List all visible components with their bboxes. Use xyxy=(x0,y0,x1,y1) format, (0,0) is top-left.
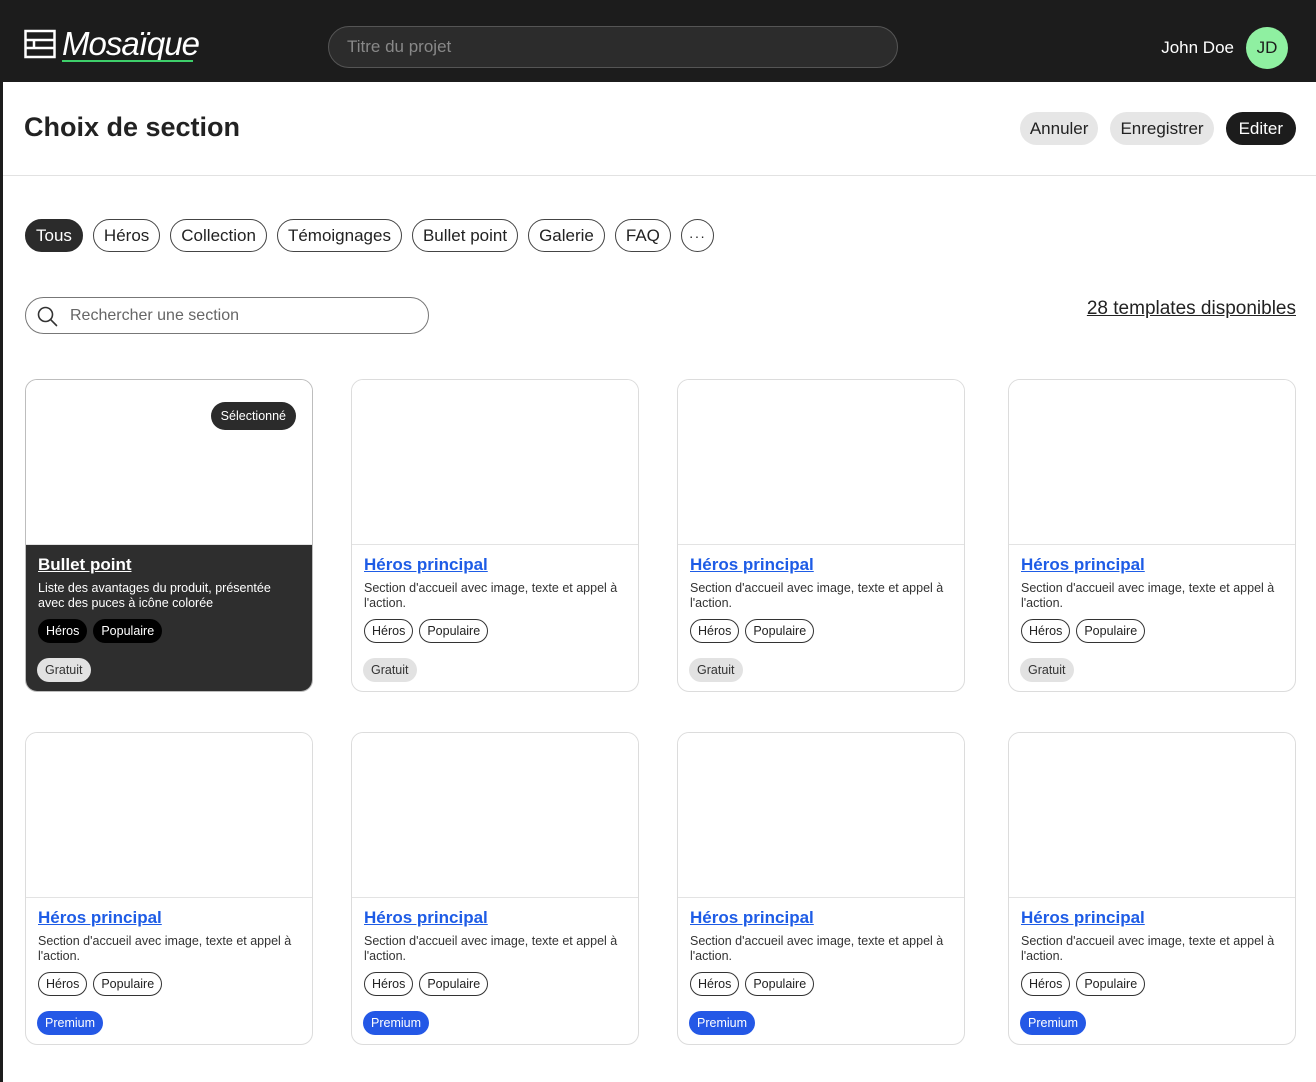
filter-chip-faq[interactable]: FAQ xyxy=(614,219,671,252)
project-title-input[interactable] xyxy=(328,26,898,68)
price-badge: Gratuit xyxy=(37,658,91,682)
search-icon xyxy=(37,306,58,327)
card-thumbnail xyxy=(352,380,638,545)
page-title: Choix de section xyxy=(24,112,241,142)
avatar[interactable]: JD xyxy=(1246,27,1288,69)
card-tag: Héros xyxy=(1021,972,1071,996)
header-actions: Annuler Enregistrer Editer xyxy=(1019,112,1296,145)
filter-chips: Tous Héros Collection Témoignages Bullet… xyxy=(25,219,714,252)
price-badge: Premium xyxy=(37,1011,104,1035)
more-filters-button[interactable]: ··· xyxy=(680,219,714,252)
edit-button[interactable]: Editer xyxy=(1225,112,1296,145)
card-description: Liste des avantages du produit, présenté… xyxy=(38,581,271,610)
filter-chip-heros[interactable]: Héros xyxy=(92,219,161,252)
card-description: Section d'accueil avec image, texte et a… xyxy=(1021,581,1275,610)
template-card[interactable]: Sélectionné Bullet point Liste des avant… xyxy=(25,379,313,692)
page-header: Choix de section Annuler Enregistrer Edi… xyxy=(3,82,1316,176)
filter-chip-collection[interactable]: Collection xyxy=(170,219,267,252)
card-description: Section d'accueil avec image, texte et a… xyxy=(690,581,944,610)
selected-badge: Sélectionné xyxy=(210,402,296,430)
price-badge: Gratuit xyxy=(689,658,743,682)
card-tag: Héros xyxy=(38,619,88,643)
card-description: Section d'accueil avec image, texte et a… xyxy=(364,934,618,963)
template-card[interactable]: Héros principal Section d'accueil avec i… xyxy=(351,379,639,692)
price-badge: Premium xyxy=(1020,1011,1087,1035)
card-description: Section d'accueil avec image, texte et a… xyxy=(690,934,944,963)
card-title[interactable]: Héros principal xyxy=(1021,555,1283,575)
card-tag: Populaire xyxy=(419,972,489,996)
logo[interactable]: Mosaïque xyxy=(24,25,200,62)
filter-chip-tous[interactable]: Tous xyxy=(25,219,83,252)
card-tag: Populaire xyxy=(1076,619,1146,643)
filter-chip-temoignages[interactable]: Témoignages xyxy=(276,219,402,252)
template-card[interactable]: Héros principal Section d'accueil avec i… xyxy=(677,379,965,692)
template-card[interactable]: Héros principal Section d'accueil avec i… xyxy=(1008,732,1296,1045)
save-button[interactable]: Enregistrer xyxy=(1110,112,1214,145)
template-card[interactable]: Héros principal Section d'accueil avec i… xyxy=(1008,379,1296,692)
card-tag: Héros xyxy=(38,972,88,996)
section-search xyxy=(25,297,429,334)
card-title[interactable]: Héros principal xyxy=(364,555,626,575)
price-badge: Premium xyxy=(689,1011,756,1035)
card-thumbnail xyxy=(678,733,964,898)
price-badge: Gratuit xyxy=(363,658,417,682)
card-tag: Populaire xyxy=(745,972,815,996)
search-input[interactable] xyxy=(70,298,420,333)
logo-text: Mosaïque xyxy=(62,25,200,62)
filter-chip-bullet-point[interactable]: Bullet point xyxy=(411,219,519,252)
card-title[interactable]: Bullet point xyxy=(38,555,300,575)
card-description: Section d'accueil avec image, texte et a… xyxy=(364,581,618,610)
card-thumbnail xyxy=(352,733,638,898)
cancel-button[interactable]: Annuler xyxy=(1019,112,1099,145)
price-badge: Gratuit xyxy=(1020,658,1074,682)
card-thumbnail xyxy=(678,380,964,545)
mosaic-logo-icon xyxy=(24,28,56,60)
template-card[interactable]: Héros principal Section d'accueil avec i… xyxy=(351,732,639,1045)
card-title[interactable]: Héros principal xyxy=(690,555,952,575)
price-badge: Premium xyxy=(363,1011,430,1035)
card-tag: Héros xyxy=(690,619,740,643)
template-card[interactable]: Héros principal Section d'accueil avec i… xyxy=(25,732,313,1045)
filter-chip-galerie[interactable]: Galerie xyxy=(528,219,605,252)
card-tag: Héros xyxy=(364,619,414,643)
card-thumbnail xyxy=(1009,380,1295,545)
card-tag: Héros xyxy=(364,972,414,996)
user-name: John Doe xyxy=(1161,38,1234,57)
card-description: Section d'accueil avec image, texte et a… xyxy=(38,934,292,963)
card-tag: Populaire xyxy=(1076,972,1146,996)
card-tag: Héros xyxy=(690,972,740,996)
card-title[interactable]: Héros principal xyxy=(690,908,952,928)
card-thumbnail: Sélectionné xyxy=(26,380,312,545)
card-tag: Populaire xyxy=(745,619,815,643)
card-title[interactable]: Héros principal xyxy=(1021,908,1283,928)
card-thumbnail xyxy=(1009,733,1295,898)
card-description: Section d'accueil avec image, texte et a… xyxy=(1021,934,1275,963)
template-card[interactable]: Héros principal Section d'accueil avec i… xyxy=(677,732,965,1045)
top-bar: Mosaïque John Doe JD xyxy=(0,0,1316,82)
card-tag: Populaire xyxy=(93,972,163,996)
card-thumbnail xyxy=(26,733,312,898)
card-title[interactable]: Héros principal xyxy=(364,908,626,928)
card-tag: Héros xyxy=(1021,619,1071,643)
card-title[interactable]: Héros principal xyxy=(38,908,300,928)
card-tag: Populaire xyxy=(93,619,163,643)
templates-count-link[interactable]: 28 templates disponibles xyxy=(1087,298,1296,320)
card-tag: Populaire xyxy=(419,619,489,643)
